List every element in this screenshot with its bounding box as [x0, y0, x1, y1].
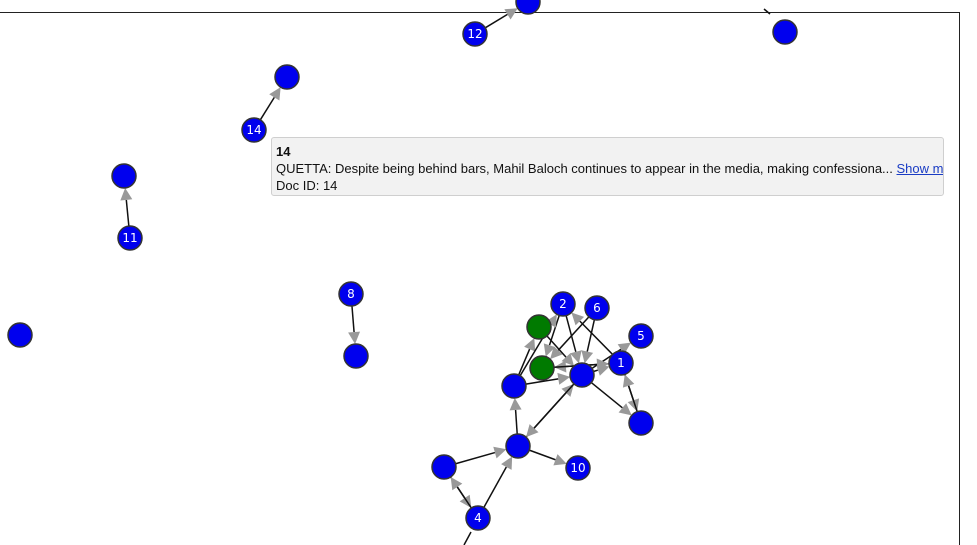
graph-node[interactable]: 5 [628, 323, 654, 349]
node-circle[interactable] [628, 410, 654, 436]
graph-node[interactable] [515, 0, 541, 15]
graph-node[interactable]: 4 [465, 505, 491, 531]
edge-arrowhead [581, 350, 594, 364]
edge-arrowhead [450, 476, 463, 491]
edge-arrowhead [618, 403, 632, 416]
node-circle[interactable] [569, 362, 595, 388]
tooltip-text-line: QUETTA: Despite being behind bars, Mahil… [276, 160, 943, 177]
node-circle[interactable] [274, 64, 300, 90]
node-circle[interactable] [343, 343, 369, 369]
edge-line [351, 305, 355, 333]
node-label: 14 [246, 123, 261, 137]
graph-node[interactable] [526, 314, 552, 340]
edge-line [483, 466, 508, 508]
node-label: 10 [570, 461, 585, 475]
node-label: 5 [637, 329, 645, 343]
edge-arrowhead [269, 87, 281, 101]
node-circle[interactable] [7, 322, 33, 348]
node-circle[interactable] [515, 0, 541, 15]
graph-node[interactable]: 11 [117, 225, 143, 251]
edge-line [627, 385, 638, 412]
edge-line [259, 96, 275, 121]
tooltip-text: QUETTA: Despite being behind bars, Mahil… [276, 161, 893, 176]
node-circle[interactable] [501, 373, 527, 399]
edge-arrowhead [348, 331, 361, 345]
edge-arrowhead [504, 8, 518, 20]
edge-arrowhead [509, 397, 522, 411]
node-circle[interactable] [529, 355, 555, 381]
edge-arrowhead [493, 446, 507, 459]
network-graph[interactable]: 12 14 11 8 2 6 51 10 4 [0, 0, 977, 545]
node-circle[interactable] [526, 314, 552, 340]
node-circle[interactable] [772, 19, 798, 45]
node-label: 8 [347, 287, 355, 301]
graph-node[interactable] [772, 19, 798, 45]
graph-nodes[interactable]: 12 14 11 8 2 6 51 10 4 [7, 0, 798, 531]
node-label: 6 [593, 301, 601, 315]
edge-arrowhead [622, 374, 635, 388]
edge-line [484, 13, 508, 29]
graph-node[interactable] [111, 163, 137, 189]
graph-node[interactable]: 8 [338, 281, 364, 307]
edge-line [579, 320, 614, 355]
graph-node[interactable] [274, 64, 300, 90]
graph-node[interactable] [7, 322, 33, 348]
edge-line [529, 449, 556, 461]
graph-node[interactable]: 14 [241, 117, 267, 143]
show-more-link[interactable]: Show more [897, 161, 943, 176]
edge-line [455, 451, 496, 465]
edge-line [463, 531, 472, 545]
node-label: 12 [467, 27, 482, 41]
graph-node[interactable] [529, 355, 555, 381]
node-label: 11 [122, 231, 137, 245]
edge-line [590, 381, 623, 409]
graph-node[interactable]: 10 [565, 455, 591, 481]
edge-line [125, 199, 130, 227]
tooltip-doc-id: Doc ID: 14 [276, 178, 338, 193]
graph-node[interactable] [431, 454, 457, 480]
node-tooltip: 14 QUETTA: Despite being behind bars, Ma… [271, 137, 944, 196]
graph-node[interactable]: 12 [462, 21, 488, 47]
edge-line [514, 409, 518, 435]
edge-line [533, 383, 575, 429]
edge-line [763, 8, 771, 15]
edge-arrowhead [557, 372, 571, 385]
graph-node[interactable] [501, 373, 527, 399]
graph-node[interactable]: 2 [550, 291, 576, 317]
graph-node[interactable] [343, 343, 369, 369]
node-label: 1 [617, 356, 625, 370]
graph-node[interactable]: 1 [608, 350, 634, 376]
node-circle[interactable] [111, 163, 137, 189]
tooltip-title: 14 [276, 144, 291, 159]
node-label: 2 [559, 297, 567, 311]
graph-node[interactable]: 6 [584, 295, 610, 321]
node-circle[interactable] [505, 433, 531, 459]
graph-node[interactable] [569, 362, 595, 388]
node-label: 4 [474, 511, 482, 525]
graph-node[interactable] [505, 433, 531, 459]
edge-arrowhead [120, 187, 133, 201]
graph-node[interactable] [628, 410, 654, 436]
node-circle[interactable] [431, 454, 457, 480]
